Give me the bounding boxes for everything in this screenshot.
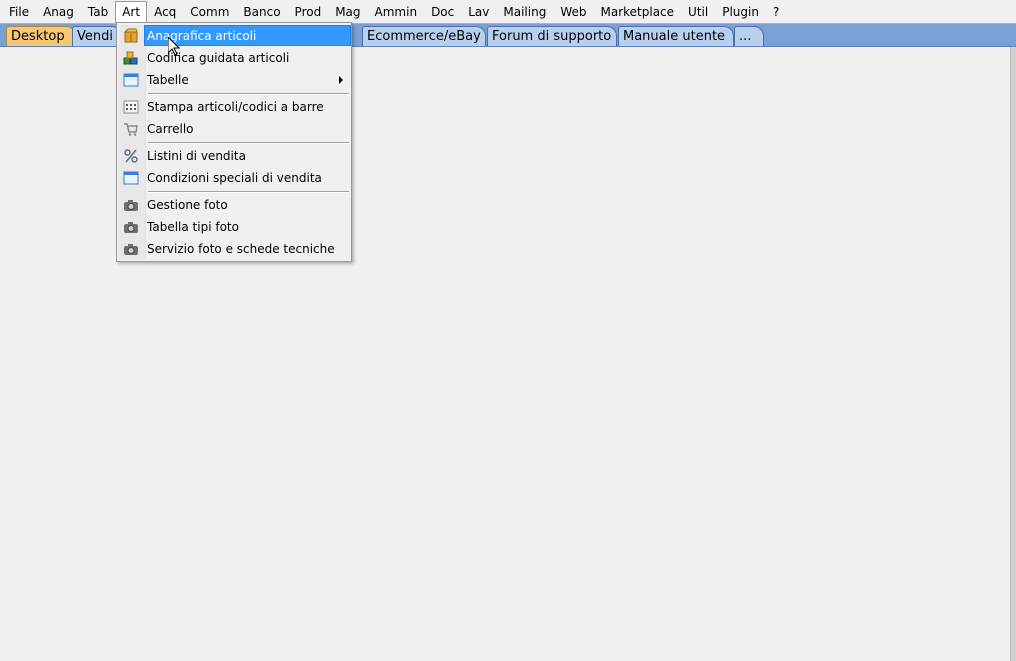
table-icon — [123, 73, 139, 87]
tab-forum-di-supporto[interactable]: Forum di supporto — [487, 26, 617, 46]
cart-icon — [124, 123, 138, 136]
menu-item-gestione-foto[interactable]: Gestione foto — [119, 194, 349, 216]
tab-vendite[interactable]: Vendi — [72, 26, 122, 46]
menu-acq[interactable]: Acq — [147, 2, 183, 23]
menu-item-label: Tabella tipi foto — [147, 220, 239, 234]
menu-item-tabelle[interactable]: Tabelle — [119, 69, 349, 91]
menu-separator — [148, 191, 349, 193]
menu-item-stampa-articoli-codici-a-barre[interactable]: Stampa articoli/codici a barre — [119, 96, 349, 118]
menu-plugin[interactable]: Plugin — [715, 2, 766, 23]
menu-item-condizioni-speciali-di-vendita[interactable]: Condizioni speciali di vendita — [119, 167, 349, 189]
menu-comm[interactable]: Comm — [183, 2, 236, 23]
menu-item-anagrafica-articoli[interactable]: Anagrafica articoli — [119, 25, 351, 47]
menu-item-carrello[interactable]: Carrello — [119, 118, 349, 140]
menu-item-codifica-guidata-articoli[interactable]: Codifica guidata articoli — [119, 47, 349, 69]
menu-item-servizio-foto-e-schede-tecniche[interactable]: Servizio foto e schede tecniche — [119, 238, 349, 260]
package-icon — [123, 28, 138, 43]
menu-file[interactable]: File — [2, 2, 36, 23]
menu-item-label: Stampa articoli/codici a barre — [147, 100, 324, 114]
menu-bar: File Anag Tab Art Acq Comm Banco Prod Ma… — [0, 0, 1016, 24]
menu-item-label: Carrello — [147, 122, 194, 136]
menu-mailing[interactable]: Mailing — [496, 2, 553, 23]
menu-art[interactable]: Art — [115, 1, 148, 23]
submenu-arrow-icon — [339, 76, 343, 84]
camera-icon — [124, 200, 138, 211]
menu-prod[interactable]: Prod — [288, 2, 329, 23]
app-window: File Anag Tab Art Acq Comm Banco Prod Ma… — [0, 0, 1016, 661]
menu-separator — [148, 93, 349, 95]
menu-banco[interactable]: Banco — [236, 2, 287, 23]
tab-manuale-utente[interactable]: Manuale utente — [618, 26, 734, 46]
camera-icon — [124, 244, 138, 255]
percent-icon — [124, 149, 138, 163]
menu-lav[interactable]: Lav — [461, 2, 496, 23]
menu-ammin[interactable]: Ammin — [368, 2, 425, 23]
art-dropdown-menu: Anagrafica articoli Codifica guidata art… — [116, 22, 352, 262]
menu-item-tabella-tipi-foto[interactable]: Tabella tipi foto — [119, 216, 349, 238]
tab-more[interactable]: ... — [734, 26, 764, 46]
menu-mag[interactable]: Mag — [328, 2, 367, 23]
cubes-icon — [123, 51, 138, 65]
menu-anag[interactable]: Anag — [36, 2, 81, 23]
window-right-edge — [1010, 47, 1016, 661]
menu-item-label: Servizio foto e schede tecniche — [147, 242, 335, 256]
menu-item-label: Listini di vendita — [147, 149, 246, 163]
menu-item-label: Anagrafica articoli — [147, 29, 257, 43]
menu-web[interactable]: Web — [553, 2, 593, 23]
menu-help[interactable]: ? — [766, 2, 786, 23]
menu-item-label: Gestione foto — [147, 198, 228, 212]
barcode-print-icon — [123, 100, 139, 114]
menu-tab[interactable]: Tab — [81, 2, 115, 23]
menu-separator — [148, 142, 349, 144]
mouse-pointer-icon — [168, 37, 180, 56]
menu-item-listini-di-vendita[interactable]: Listini di vendita — [119, 145, 349, 167]
camera-icon — [124, 222, 138, 233]
tab-desktop[interactable]: Desktop — [6, 26, 76, 46]
menu-marketplace[interactable]: Marketplace — [594, 2, 682, 23]
menu-item-label: Tabelle — [147, 73, 189, 87]
menu-item-label: Condizioni speciali di vendita — [147, 171, 322, 185]
menu-doc[interactable]: Doc — [424, 2, 461, 23]
menu-util[interactable]: Util — [681, 2, 715, 23]
tab-ecommerce-ebay[interactable]: Ecommerce/eBay — [362, 26, 486, 46]
window-icon — [123, 171, 139, 185]
